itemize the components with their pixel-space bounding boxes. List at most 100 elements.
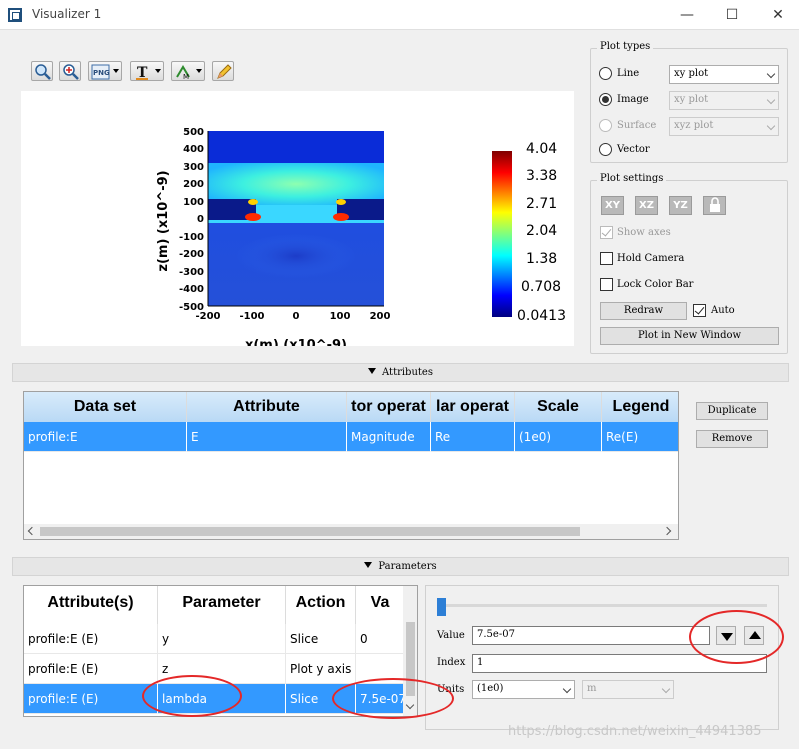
view-xz-button[interactable]: XZ xyxy=(635,196,658,215)
y-tick-label: 500 xyxy=(183,127,204,138)
text-icon: T xyxy=(136,65,148,81)
maximize-button[interactable]: ☐ xyxy=(717,4,747,26)
table-row[interactable]: profile:E E Magnitude Re (1e0) Re(E) xyxy=(24,422,678,452)
x-tick-label: 200 xyxy=(370,311,391,322)
value-field[interactable]: 7.5e-07 xyxy=(472,626,710,645)
image-top-layer xyxy=(208,131,384,163)
draw-tool-button[interactable] xyxy=(212,61,234,81)
pencil-icon xyxy=(217,64,232,79)
value-slider-handle[interactable] xyxy=(437,598,446,616)
close-button[interactable]: ✕ xyxy=(763,4,793,26)
annotation-ellipse xyxy=(142,675,242,717)
svg-text:M: M xyxy=(183,73,189,81)
lock-color-bar-checkbox[interactable] xyxy=(600,278,613,291)
image-right-hotspot xyxy=(333,213,349,221)
value-slider-track[interactable] xyxy=(437,604,767,607)
parameters-table-header: Attribute(s) Parameter Action Va xyxy=(24,586,404,624)
chevron-down-icon xyxy=(661,684,671,694)
marker-tool-button[interactable]: M xyxy=(171,61,205,81)
colorbar-label: 2.04 xyxy=(526,223,557,239)
line-plot-combo[interactable]: xy plot xyxy=(669,65,779,84)
annotation-ellipse xyxy=(332,678,454,719)
y-tick-label: -200 xyxy=(179,249,204,260)
app-icon xyxy=(8,8,22,22)
table-cell: profile:E (E) xyxy=(24,654,158,684)
auto-checkbox[interactable] xyxy=(693,304,706,317)
export-png-button[interactable]: PNG xyxy=(88,61,122,81)
plot-types-title: Plot types xyxy=(597,41,654,52)
image-left-edge-glow xyxy=(248,199,258,205)
column-header-scale[interactable]: Scale xyxy=(515,392,602,422)
image-left-hotspot xyxy=(245,213,261,221)
collapse-triangle-icon xyxy=(368,368,376,374)
redraw-button[interactable]: Redraw xyxy=(600,302,687,320)
attributes-hscrollbar[interactable] xyxy=(24,524,678,539)
view-yz-button[interactable]: YZ xyxy=(669,196,692,215)
plot-area[interactable]: 500 400 300 200 100 0 -100 -200 -300 -40… xyxy=(21,91,574,346)
column-header-vector-operation[interactable]: tor operat xyxy=(347,392,431,422)
table-cell: Re(E) xyxy=(602,422,678,452)
y-tick-label: 400 xyxy=(183,144,204,155)
table-cell: (1e0) xyxy=(515,422,602,452)
image-low-field xyxy=(236,234,356,278)
text-tool-button[interactable]: T xyxy=(130,61,164,81)
duplicate-button[interactable]: Duplicate xyxy=(696,402,768,420)
attributes-section-title: Attributes xyxy=(382,367,433,378)
annotation-ellipse xyxy=(689,610,784,664)
svg-text:PNG: PNG xyxy=(93,69,110,77)
minimize-button[interactable]: — xyxy=(672,4,702,26)
units-scale-combo[interactable]: (1e0) xyxy=(472,680,575,699)
plot-new-window-button[interactable]: Plot in New Window xyxy=(600,327,779,345)
zoom-extent-button[interactable] xyxy=(59,61,81,81)
table-cell: Slice xyxy=(286,624,356,654)
png-icon: PNG xyxy=(91,64,110,80)
y-tick-label: -300 xyxy=(179,267,204,278)
y-tick-label: 100 xyxy=(183,197,204,208)
chevron-down-icon xyxy=(766,95,776,105)
remove-button[interactable]: Remove xyxy=(696,430,768,448)
y-tick-label: 200 xyxy=(183,179,204,190)
y-tick-label: -100 xyxy=(179,232,204,243)
y-tick-label: 300 xyxy=(183,162,204,173)
view-xy-button[interactable]: XY xyxy=(601,196,624,215)
image-mid-layer xyxy=(208,163,384,205)
scroll-left-icon[interactable] xyxy=(27,526,37,536)
radio-image[interactable] xyxy=(599,93,612,106)
column-header-data-set[interactable]: Data set xyxy=(24,392,187,422)
window-title: Visualizer 1 xyxy=(32,7,102,21)
zoom-plus-icon xyxy=(63,64,79,80)
scroll-right-icon[interactable] xyxy=(662,526,672,536)
units-unit-combo: m xyxy=(582,680,674,699)
attributes-section-bar[interactable]: Attributes xyxy=(12,363,789,382)
plot-settings-title: Plot settings xyxy=(597,173,667,184)
column-header-attribute[interactable]: Attribute xyxy=(187,392,347,422)
chevron-down-icon xyxy=(766,121,776,131)
zoom-button[interactable] xyxy=(31,61,53,81)
table-cell: Magnitude xyxy=(347,422,431,452)
image-right-edge-glow xyxy=(336,199,346,205)
marker-icon: M xyxy=(176,65,190,81)
surface-plot-combo: xyz plot xyxy=(669,117,779,136)
table-cell: profile:E xyxy=(24,422,187,452)
radio-line[interactable] xyxy=(599,67,612,80)
column-header-legend[interactable]: Legend xyxy=(602,392,678,422)
chevron-down-icon xyxy=(562,684,572,694)
parameters-section-bar[interactable]: Parameters xyxy=(12,557,789,576)
table-cell: profile:E (E) xyxy=(24,684,158,714)
collapse-triangle-icon xyxy=(364,562,373,568)
column-header-parameter[interactable]: Parameter xyxy=(158,586,286,624)
radio-surface xyxy=(599,119,612,132)
hold-camera-checkbox[interactable] xyxy=(600,252,613,265)
radio-vector-label: Vector xyxy=(617,144,650,155)
column-header-action[interactable]: Action xyxy=(286,586,356,624)
table-cell: 0 xyxy=(356,624,404,654)
column-header-scalar-operation[interactable]: lar operat xyxy=(431,392,515,422)
radio-vector[interactable] xyxy=(599,143,612,156)
auto-label: Auto xyxy=(711,305,735,316)
table-row[interactable]: profile:E (E) y Slice 0 xyxy=(24,624,404,654)
lock-view-button[interactable] xyxy=(703,196,726,215)
column-header-value[interactable]: Va xyxy=(356,586,404,624)
column-header-attributes[interactable]: Attribute(s) xyxy=(24,586,158,624)
attributes-table-header: Data set Attribute tor operat lar operat… xyxy=(24,392,678,422)
scroll-thumb[interactable] xyxy=(40,527,580,536)
